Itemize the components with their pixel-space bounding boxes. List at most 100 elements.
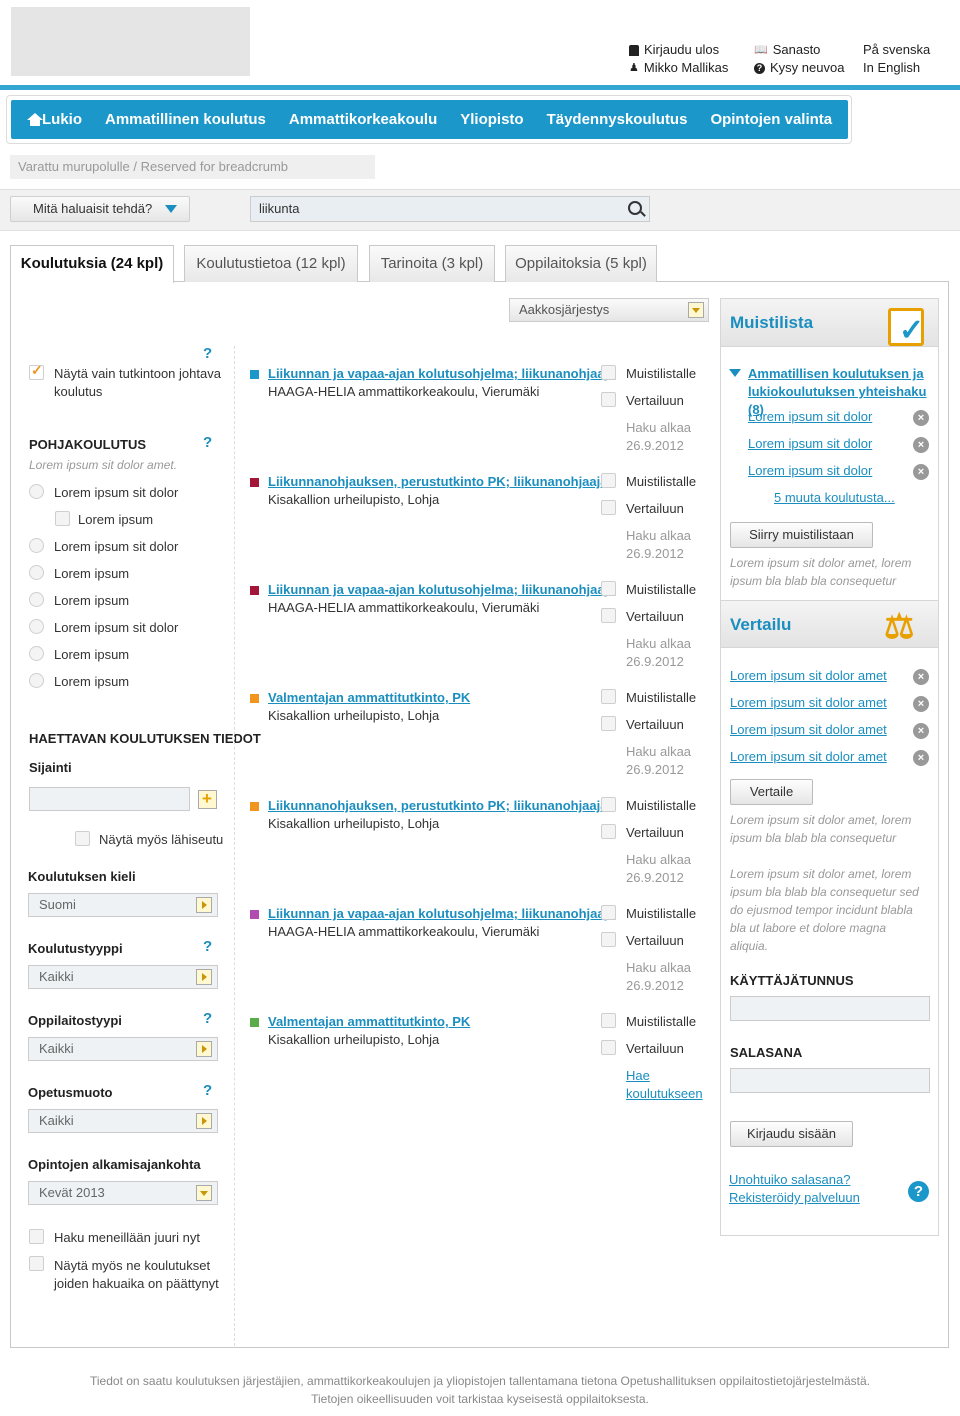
add-location-button[interactable]: + — [198, 789, 217, 809]
remove-icon[interactable]: × — [913, 723, 929, 739]
start-select[interactable]: Kevät 2013 — [28, 1181, 218, 1205]
lang-en-link[interactable]: In English — [863, 59, 930, 77]
nav-item-taydennys[interactable]: Täydennyskoulutus — [547, 111, 688, 128]
password-input[interactable] — [730, 1068, 930, 1093]
result-color-marker — [250, 802, 259, 811]
username-input[interactable] — [730, 996, 930, 1021]
apply-link[interactable]: Hae koulutukseen — [626, 1067, 706, 1103]
memo-checkbox[interactable] — [601, 905, 616, 920]
glossary-link[interactable]: 📖 Sanasto — [754, 41, 844, 59]
base-education-heading: POHJAKOULUTUS — [29, 437, 147, 452]
search-input[interactable]: liikunta — [250, 196, 650, 222]
tab-oppilaitoksia[interactable]: Oppilaitoksia (5 kpl) — [505, 245, 657, 282]
tab-tarinoita[interactable]: Tarinoita (3 kpl) — [369, 245, 495, 282]
expand-icon[interactable] — [729, 369, 741, 377]
compare-checkbox[interactable] — [601, 392, 616, 407]
memo-checkbox[interactable] — [601, 365, 616, 380]
memo-checkbox[interactable] — [601, 797, 616, 812]
compare-checkbox[interactable] — [601, 500, 616, 515]
memo-checkbox[interactable] — [601, 473, 616, 488]
base-radio[interactable] — [29, 646, 44, 661]
base-radio[interactable] — [29, 619, 44, 634]
result-title-link[interactable]: Liikunnanohjauksen, perustutkinto PK; li… — [268, 474, 608, 489]
nav-item-amk[interactable]: Ammattikorkeakoulu — [289, 111, 437, 128]
compare-item[interactable]: Lorem ipsum sit dolor amet — [730, 695, 887, 710]
nav-item-lukio[interactable]: Lukio — [42, 111, 82, 128]
memo-checkbox[interactable] — [601, 1013, 616, 1028]
base-radio[interactable] — [29, 565, 44, 580]
memo-checkbox-label: Muistilistalle — [626, 1014, 697, 1029]
base-option-label: Lorem ipsum sit dolor — [54, 485, 179, 500]
haku-date: 26.9.2012 — [626, 870, 684, 885]
remove-icon[interactable]: × — [913, 437, 929, 453]
login-button[interactable]: Kirjaudu sisään — [730, 1121, 853, 1147]
tab-koulutustietoa[interactable]: Koulutustietoa (12 kpl) — [184, 245, 358, 282]
remove-icon[interactable]: × — [913, 696, 929, 712]
sort-select[interactable]: Aakkosjärjestys — [509, 298, 709, 322]
memo-checkbox[interactable] — [601, 581, 616, 596]
more-link[interactable]: 5 muuta koulutusta... — [774, 490, 895, 505]
tab-koulutuksia[interactable]: Koulutuksia (24 kpl) — [10, 245, 174, 283]
haku-alkaa-label: Haku alkaa — [626, 420, 692, 435]
search-icon[interactable] — [628, 201, 642, 215]
logout-link[interactable]: Kirjaudu ulos — [629, 41, 728, 59]
nearby-checkbox[interactable] — [75, 831, 90, 846]
only-degree-checkbox[interactable]: ✓ — [29, 362, 44, 380]
memo-title: Muistilista — [730, 313, 814, 332]
result-title-link[interactable]: Liikunnan ja vapaa-ajan kolutusohjelma; … — [268, 366, 615, 381]
nav-item-ammatillinen[interactable]: Ammatillinen koulutus — [105, 111, 266, 128]
memo-checkbox[interactable] — [601, 689, 616, 704]
type-select[interactable]: Kaikki — [28, 965, 218, 989]
forgot-password-link[interactable]: Unohtuiko salasana? — [729, 1172, 850, 1187]
base-radio[interactable] — [29, 538, 44, 553]
location-input[interactable] — [29, 787, 190, 811]
compare-item[interactable]: Lorem ipsum sit dolor amet — [730, 722, 887, 737]
memo-checkbox-label: Muistilistalle — [626, 798, 697, 813]
remove-icon[interactable]: × — [913, 410, 929, 426]
language-select[interactable]: Suomi — [28, 893, 218, 917]
help-icon[interactable]: ? — [908, 1181, 929, 1202]
go-memo-button[interactable]: Siirry muistilistaan — [730, 522, 873, 548]
memo-item[interactable]: Lorem ipsum sit dolor — [748, 409, 872, 424]
compare-checkbox[interactable] — [601, 1040, 616, 1055]
remove-icon[interactable]: × — [913, 669, 929, 685]
help-icon[interactable]: ? — [203, 938, 212, 955]
institution-select[interactable]: Kaikki — [28, 1037, 218, 1061]
compare-button[interactable]: Vertaile — [730, 779, 813, 805]
remove-icon[interactable]: × — [913, 750, 929, 766]
base-checkbox[interactable] — [55, 511, 70, 526]
help-icon[interactable]: ? — [203, 1082, 212, 1099]
compare-checkbox[interactable] — [601, 824, 616, 839]
compare-checkbox[interactable] — [601, 932, 616, 947]
compare-checkbox[interactable] — [601, 716, 616, 731]
result-title-link[interactable]: Valmentajan ammattitutkinto, PK — [268, 690, 470, 705]
result-title-link[interactable]: Liikunnan ja vapaa-ajan kolutusohjelma; … — [268, 906, 615, 921]
ask-link[interactable]: ? Kysy neuvoa — [754, 59, 844, 77]
user-link[interactable]: ♟ Mikko Mallikas — [629, 59, 728, 77]
compare-item[interactable]: Lorem ipsum sit dolor amet — [730, 749, 887, 764]
lang-sv-link[interactable]: På svenska — [863, 41, 930, 59]
nav-item-yliopisto[interactable]: Yliopisto — [460, 111, 523, 128]
base-radio[interactable] — [29, 592, 44, 607]
memo-item[interactable]: Lorem ipsum sit dolor — [748, 463, 872, 478]
base-option-label: Lorem ipsum sit dolor — [54, 539, 179, 554]
help-icon[interactable]: ? — [203, 434, 212, 451]
what-select[interactable]: Mitä haluaisit tehdä? — [10, 196, 190, 222]
nav-item-opintojen-valinta[interactable]: Opintojen valinta — [710, 111, 832, 128]
result-title-link[interactable]: Valmentajan ammattitutkinto, PK — [268, 1014, 470, 1029]
mode-select[interactable]: Kaikki — [28, 1109, 218, 1133]
memo-item[interactable]: Lorem ipsum sit dolor — [748, 436, 872, 451]
ongoing-checkbox[interactable] — [29, 1229, 44, 1244]
remove-icon[interactable]: × — [913, 464, 929, 480]
result-institution: HAAGA-HELIA ammattikorkeakoulu, Vierumäk… — [268, 924, 540, 939]
help-icon[interactable]: ? — [203, 345, 212, 362]
base-radio[interactable] — [29, 673, 44, 688]
compare-item[interactable]: Lorem ipsum sit dolor amet — [730, 668, 887, 683]
register-link[interactable]: Rekisteröidy palveluun — [729, 1190, 860, 1205]
result-title-link[interactable]: Liikunnan ja vapaa-ajan kolutusohjelma; … — [268, 582, 615, 597]
compare-checkbox[interactable] — [601, 608, 616, 623]
base-radio[interactable] — [29, 484, 44, 499]
ended-checkbox[interactable] — [29, 1256, 44, 1271]
help-icon[interactable]: ? — [203, 1010, 212, 1027]
result-title-link[interactable]: Liikunnanohjauksen, perustutkinto PK; li… — [268, 798, 608, 813]
